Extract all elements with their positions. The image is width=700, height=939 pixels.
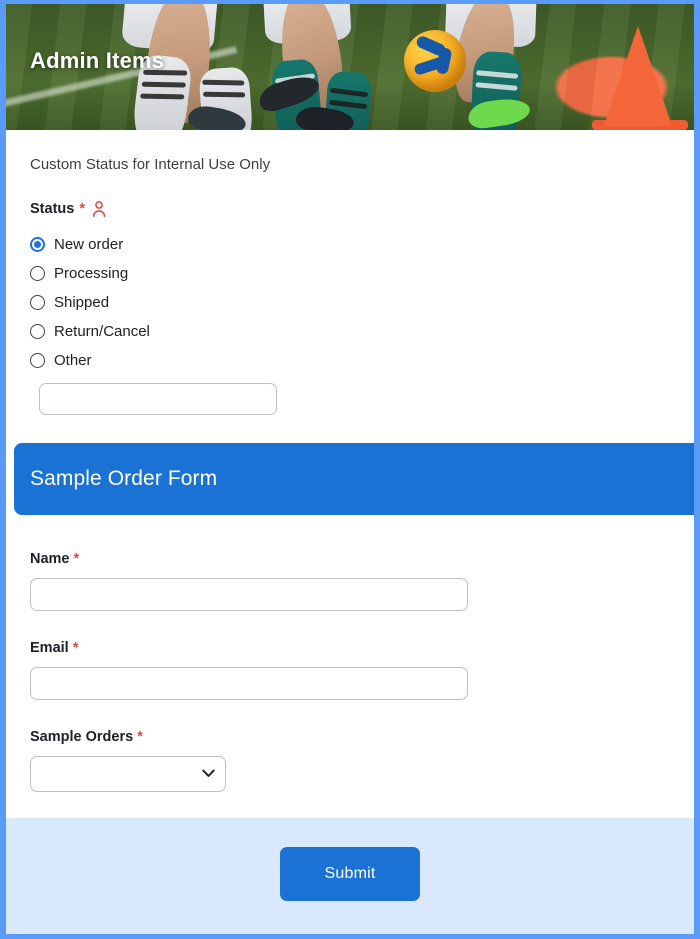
name-label-text: Name — [30, 551, 70, 567]
radio-option-shipped[interactable]: Shipped — [30, 288, 670, 317]
section-title: Sample Order Form — [30, 467, 218, 490]
radio-label: Processing — [54, 265, 129, 282]
submit-button[interactable]: Submit — [280, 847, 420, 901]
page-frame: Admin Items Custom Status for Internal U… — [0, 0, 700, 939]
admin-items-section: Custom Status for Internal Use Only Stat… — [6, 130, 694, 443]
radio-option-processing[interactable]: Processing — [30, 259, 670, 288]
email-label: Email * — [30, 640, 670, 656]
radio-button[interactable] — [30, 295, 45, 310]
required-marker: * — [72, 640, 79, 656]
sample-order-form-header: Sample Order Form — [14, 443, 694, 515]
radio-button[interactable] — [30, 266, 45, 281]
radio-label: Return/Cancel — [54, 323, 150, 340]
sample-order-form-header-wrap: Sample Order Form — [6, 443, 694, 515]
sample-orders-label-text: Sample Orders — [30, 729, 134, 745]
sample-order-form-body: Name * Email * Sample Orders * — [6, 515, 694, 818]
person-icon — [92, 201, 106, 217]
name-input[interactable] — [30, 578, 468, 611]
sample-orders-field-group: Sample Orders * — [30, 729, 670, 792]
radio-label: Other — [54, 352, 92, 369]
required-marker: * — [137, 729, 143, 745]
email-input[interactable] — [30, 667, 468, 700]
sample-orders-select-wrap — [30, 756, 226, 792]
soccer-ball — [404, 30, 466, 92]
sample-orders-select[interactable] — [30, 756, 226, 792]
radio-button[interactable] — [30, 237, 45, 252]
sample-orders-label: Sample Orders * — [30, 729, 670, 745]
status-radio-group[interactable]: New order Processing Shipped Return/Canc… — [30, 230, 670, 415]
other-status-input[interactable] — [39, 383, 277, 415]
email-label-text: Email — [30, 640, 69, 656]
intro-text: Custom Status for Internal Use Only — [30, 156, 271, 173]
status-label-text: Status — [30, 201, 75, 217]
radio-option-other[interactable]: Other — [30, 346, 670, 375]
radio-option-return-cancel[interactable]: Return/Cancel — [30, 317, 670, 346]
section-spacer — [6, 415, 694, 443]
required-marker: * — [73, 551, 80, 567]
name-label: Name * — [30, 551, 670, 567]
email-field-group: Email * — [30, 640, 670, 700]
hero-banner: Admin Items — [6, 4, 694, 130]
radio-label: New order — [54, 236, 124, 253]
name-field-group: Name * — [30, 551, 670, 611]
traffic-cone-icon — [604, 26, 672, 126]
required-marker: * — [79, 201, 85, 217]
status-label: Status * — [30, 201, 670, 217]
radio-option-new-order[interactable]: New order — [30, 230, 670, 259]
status-field-block: Status * New order Processing Shipped Re… — [6, 173, 694, 415]
radio-button[interactable] — [30, 353, 45, 368]
page-title: Admin Items — [30, 48, 165, 73]
radio-button[interactable] — [30, 324, 45, 339]
radio-label: Shipped — [54, 294, 110, 311]
form-footer: Submit — [6, 818, 694, 934]
